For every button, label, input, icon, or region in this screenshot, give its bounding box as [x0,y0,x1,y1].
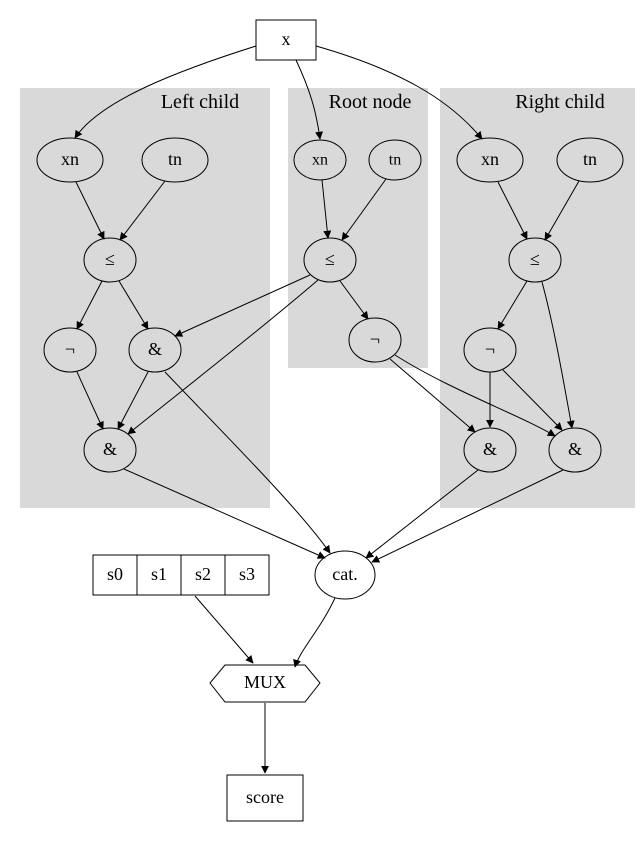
svg-text:xn: xn [312,152,328,169]
x-node: x [256,20,316,60]
svg-text:cat.: cat. [332,564,357,584]
svg-text:xn: xn [61,149,79,169]
left-le: ≤ [84,238,136,282]
root-xn: xn [294,140,346,180]
score-node: score [227,775,303,821]
svg-text:tn: tn [168,149,182,169]
svg-text:¬: ¬ [65,339,75,359]
edge-right-andl-cat [366,470,478,558]
left-xn: xn [37,138,103,182]
right-and-l: & [464,428,516,472]
svg-text:tn: tn [389,152,401,169]
left-and1: & [129,328,181,372]
right-xn: xn [457,138,523,182]
svg-text:&: & [568,439,582,459]
svg-text:xn: xn [481,149,499,169]
svg-text:s1: s1 [151,564,167,584]
svg-text:¬: ¬ [370,329,380,349]
svg-text:x: x [282,29,291,49]
svg-text:s2: s2 [195,564,211,584]
left-child-title: Left child [161,91,239,113]
svg-text:≤: ≤ [530,249,540,269]
right-le: ≤ [509,238,561,282]
svg-text:s3: s3 [239,564,255,584]
svg-text:&: & [483,439,497,459]
right-and-r: & [549,428,601,472]
left-not: ¬ [44,328,96,372]
svg-text:&: & [103,439,117,459]
svg-text:score: score [246,787,284,807]
left-tn: tn [142,138,208,182]
right-tn: tn [557,138,623,182]
root-node-title: Root node [329,91,412,113]
svg-text:&: & [148,339,162,359]
svg-text:≤: ≤ [325,249,335,269]
right-not: ¬ [464,328,516,372]
svg-text:tn: tn [583,149,597,169]
edge-scores-mux [195,596,253,663]
root-not: ¬ [349,318,401,362]
root-le: ≤ [304,238,356,282]
scores-record: s0 s1 s2 s3 [93,555,269,595]
left-and2: & [84,428,136,472]
svg-text:MUX: MUX [244,672,286,692]
mux-node: MUX [210,665,320,702]
right-child-title: Right child [515,91,604,113]
svg-text:≤: ≤ [105,249,115,269]
edge-cat-mux [295,598,335,667]
root-tn: tn [369,140,421,180]
svg-text:¬: ¬ [485,339,495,359]
svg-text:s0: s0 [107,564,123,584]
cat-node: cat. [315,551,375,599]
